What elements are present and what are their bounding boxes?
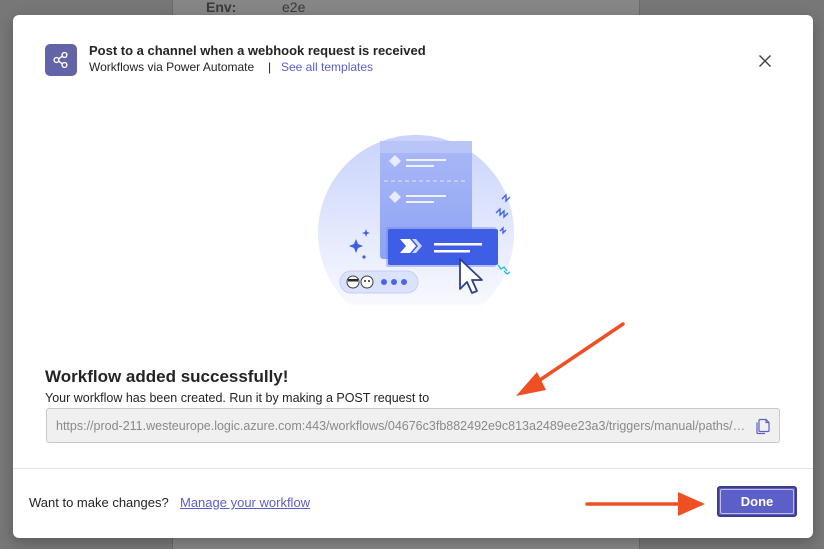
background-env-label: Env: [206, 0, 237, 15]
webhook-url-text[interactable]: https://prod-211.westeurope.logic.azure.… [56, 419, 746, 433]
webhook-url-field[interactable]: https://prod-211.westeurope.logic.azure.… [46, 408, 780, 443]
close-icon [759, 55, 771, 67]
webhook-share-icon [45, 44, 77, 76]
manage-workflow-link[interactable]: Manage your workflow [180, 495, 310, 510]
copy-url-button[interactable] [754, 417, 772, 435]
power-automate-illustration [318, 135, 514, 305]
see-all-templates-link[interactable]: See all templates [281, 60, 373, 74]
close-button[interactable] [753, 49, 777, 73]
footer-prompt: Want to make changes? [29, 495, 169, 510]
header-separator: | [268, 60, 272, 74]
dialog-title: Post to a channel when a webhook request… [89, 43, 426, 58]
success-description: Your workflow has been created. Run it b… [45, 391, 430, 405]
done-button[interactable]: Done [717, 486, 797, 517]
dialog-subtitle: Workflows via Power Automate [89, 60, 255, 74]
workflow-dialog: Post to a channel when a webhook request… [13, 15, 813, 538]
background-env-value: e2e [282, 0, 306, 15]
copy-icon [756, 418, 770, 435]
success-title: Workflow added successfully! [45, 367, 289, 386]
footer-divider [13, 468, 813, 469]
